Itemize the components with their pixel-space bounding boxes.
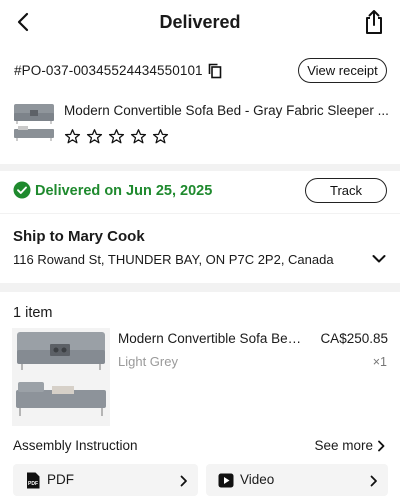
shipping-address: 116 Rowand St, THUNDER BAY, ON P7C 2P2, … bbox=[13, 252, 334, 267]
star-icon[interactable] bbox=[108, 128, 125, 145]
item-variant: Light Grey bbox=[118, 354, 178, 369]
see-more-label: See more bbox=[314, 438, 373, 453]
chevron-down-icon[interactable] bbox=[372, 254, 386, 264]
svg-text:PDF: PDF bbox=[28, 481, 38, 487]
product-image[interactable] bbox=[12, 328, 110, 426]
pdf-icon: PDF bbox=[27, 472, 40, 489]
rating-stars[interactable] bbox=[64, 128, 169, 145]
view-receipt-button[interactable]: View receipt bbox=[298, 58, 387, 83]
shipping-card[interactable]: Ship to Mary Cook 116 Rowand St, THUNDER… bbox=[0, 214, 400, 283]
star-icon[interactable] bbox=[130, 128, 147, 145]
assembly-instruction-label: Assembly Instruction bbox=[13, 438, 138, 453]
video-button[interactable]: Video bbox=[206, 464, 388, 496]
chevron-right-icon bbox=[370, 475, 377, 487]
page-title: Delivered bbox=[159, 12, 241, 32]
copy-icon[interactable] bbox=[208, 63, 222, 79]
items-count: 1 item bbox=[13, 305, 53, 321]
pdf-label: PDF bbox=[47, 472, 74, 487]
video-play-icon bbox=[218, 473, 234, 488]
top-bar: Delivered bbox=[0, 0, 400, 46]
delivery-status-text: Delivered on Jun 25, 2025 bbox=[35, 183, 213, 199]
chevron-right-icon bbox=[180, 475, 187, 487]
delivery-status-card: Delivered on Jun 25, 2025 Track bbox=[0, 171, 400, 213]
chevron-right-icon bbox=[378, 440, 385, 451]
order-number: #PO-037-00345524434550101 bbox=[14, 63, 203, 78]
pdf-button[interactable]: PDF PDF bbox=[13, 464, 198, 496]
star-icon[interactable] bbox=[64, 128, 81, 145]
item-quantity: ×1 bbox=[372, 355, 387, 369]
product-thumbnail[interactable] bbox=[12, 98, 56, 148]
item-price: CA$250.85 bbox=[320, 331, 388, 346]
item-name[interactable]: Modern Convertible Sofa Bed ... bbox=[118, 331, 308, 346]
track-button[interactable]: Track bbox=[305, 178, 387, 203]
star-icon[interactable] bbox=[152, 128, 169, 145]
items-card: 1 item Modern Convertible Sofa Bed ... C… bbox=[0, 292, 400, 496]
star-icon[interactable] bbox=[86, 128, 103, 145]
video-label: Video bbox=[240, 472, 275, 487]
share-icon[interactable] bbox=[362, 9, 386, 35]
ship-to-name: Ship to Mary Cook bbox=[13, 228, 145, 245]
see-more-link[interactable]: See more bbox=[314, 438, 386, 453]
product-title[interactable]: Modern Convertible Sofa Bed - Gray Fabri… bbox=[64, 103, 390, 118]
check-circle-icon bbox=[13, 181, 31, 199]
